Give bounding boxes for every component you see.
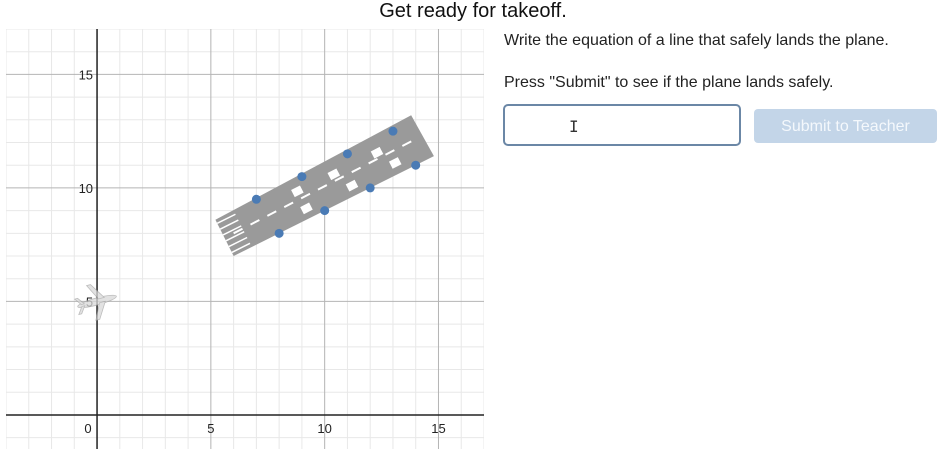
x-tick-label: 10 [317, 421, 331, 436]
runway-point [297, 172, 307, 182]
y-tick-label: 15 [79, 67, 93, 82]
runway-point [365, 183, 375, 193]
runway-point [342, 149, 352, 159]
instruction-text: Write the equation of a line that safely… [504, 32, 889, 49]
page-title: Get ready for takeoff. [379, 0, 567, 22]
coordinate-graph[interactable]: 05101551015 [6, 29, 484, 449]
x-tick-label: 0 [84, 421, 91, 436]
submit-to-teacher-button[interactable]: Submit to Teacher [754, 109, 937, 143]
y-tick-label: 10 [79, 181, 93, 196]
graph-panel[interactable]: 05101551015 [6, 29, 484, 449]
text-cursor-icon: I [569, 117, 579, 136]
x-tick-label: 15 [431, 421, 445, 436]
runway-point [388, 126, 398, 136]
x-tick-label: 5 [207, 421, 214, 436]
runway-point [320, 206, 330, 216]
runway-point [251, 194, 261, 204]
runway-point [274, 228, 284, 238]
submit-hint-text: Press "Submit" to see if the plane lands… [504, 74, 834, 91]
runway-point [411, 160, 421, 170]
equation-input[interactable]: I [503, 104, 741, 146]
tick-labels: 05101551015 [79, 67, 446, 436]
